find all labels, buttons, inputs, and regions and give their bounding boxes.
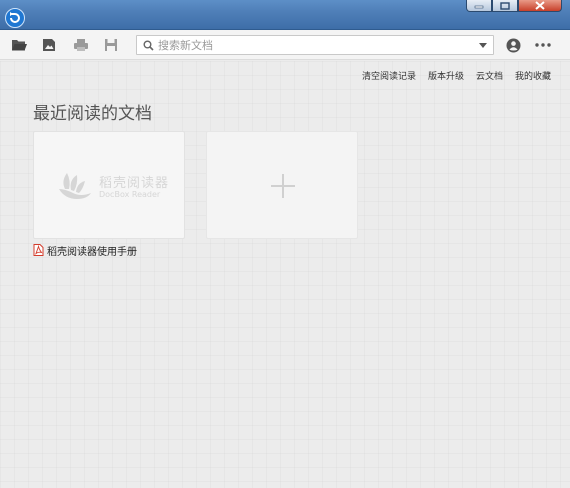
upgrade-link[interactable]: 版本升级 [428,69,464,82]
maximize-button[interactable] [492,0,518,12]
add-document-card[interactable] [206,131,358,239]
chevron-down-icon[interactable] [479,43,487,48]
maximize-icon [500,1,510,10]
top-links: 清空阅读记录 版本升级 云文档 我的收藏 [362,69,551,82]
minimize-icon [474,5,484,8]
app-icon[interactable] [5,8,25,28]
save-icon[interactable] [104,38,118,52]
docbox-logo-icon [59,173,91,199]
close-button[interactable] [518,0,562,12]
search-icon [143,40,154,51]
close-icon [535,1,545,10]
open-folder-icon[interactable] [11,38,27,52]
title-bar [0,0,570,30]
user-icon[interactable] [506,38,521,53]
document-label[interactable]: 稻壳阅读器使用手册 [33,243,137,258]
thumb-title: 稻壳阅读器 [99,176,170,191]
minimize-button[interactable] [466,0,492,12]
favorites-link[interactable]: 我的收藏 [515,69,551,82]
toolbar [0,30,570,60]
search-input[interactable] [158,37,468,53]
clear-history-link[interactable]: 清空阅读记录 [362,69,416,82]
thumb-subtitle: DocBox Reader [99,190,161,199]
section-title: 最近阅读的文档 [33,104,152,124]
plus-icon [271,174,295,198]
pdf-icon [33,244,44,256]
print-icon[interactable] [73,38,89,52]
main-content: 清空阅读记录 版本升级 云文档 我的收藏 最近阅读的文档 稻壳阅读器 DocBo… [0,61,570,488]
search-box[interactable] [136,35,494,55]
more-icon[interactable] [535,43,551,47]
cloud-docs-link[interactable]: 云文档 [476,69,503,82]
import-image-icon[interactable] [42,38,56,52]
document-name: 稻壳阅读器使用手册 [47,246,137,258]
docbox-logo: 稻壳阅读器 DocBox Reader [55,169,170,205]
document-card[interactable]: 稻壳阅读器 DocBox Reader [33,131,185,239]
